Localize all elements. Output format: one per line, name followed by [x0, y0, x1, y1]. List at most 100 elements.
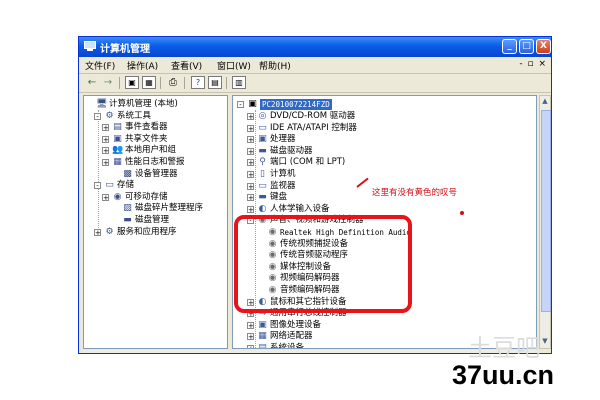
expand-icon[interactable]: + — [247, 124, 254, 132]
menu-view[interactable]: 查看(V) — [171, 59, 202, 72]
computer-icon: ▣ — [248, 99, 257, 109]
scroll-down-icon[interactable]: ▼ — [541, 337, 549, 347]
expand-icon[interactable]: + — [102, 135, 109, 143]
tree-item-label: DVD/CD-ROM 驱动器 — [270, 111, 356, 121]
expand-icon[interactable]: + — [247, 136, 254, 144]
print-button[interactable]: ⎙ — [166, 76, 180, 89]
tree-item-label: 存储 — [117, 180, 135, 191]
scroll-thumb[interactable] — [541, 110, 551, 312]
tree-item-label: 磁盘驱动器 — [270, 145, 313, 156]
menu-bar: 文件(F) 操作(A) 查看(V) 窗口(W) 帮助(H) - ▫ × — [79, 57, 551, 74]
collapse-icon[interactable]: - — [94, 182, 101, 190]
removable-storage-icon: ◉ — [113, 191, 122, 202]
expand-icon[interactable]: + — [247, 333, 254, 341]
expand-icon[interactable]: + — [247, 113, 254, 121]
minimize-button[interactable]: _ — [502, 39, 517, 54]
disk-drive-icon: ▬ — [258, 145, 267, 156]
expand-icon[interactable]: + — [247, 321, 254, 329]
up-level-button[interactable]: ▣ — [125, 76, 139, 89]
monitor-icon: ▭ — [258, 180, 267, 191]
tree-item-label: 系统工具 — [117, 110, 152, 121]
vertical-scrollbar[interactable]: ▲ ▼ — [539, 95, 551, 349]
tree-item-label: 处理器 — [270, 134, 296, 145]
expand-icon[interactable]: + — [247, 194, 254, 202]
show-tree-button[interactable]: ▦ — [142, 76, 156, 89]
cdrom-icon: ◎ — [258, 111, 267, 121]
expand-icon[interactable]: + — [102, 159, 109, 167]
help-button[interactable]: ? — [191, 76, 205, 89]
window-title: 计算机管理 — [100, 44, 150, 55]
system-device-icon: ▤ — [258, 343, 267, 349]
tree-item-label: 计算机 — [270, 169, 296, 179]
expand-icon[interactable]: + — [247, 205, 254, 213]
network-icon: ▦ — [258, 331, 267, 342]
storage-icon: ▭ — [105, 180, 114, 191]
toolbar: ← → ▣ ▦ ⎙ ? ▤ ▥ — [79, 74, 551, 93]
tree-item-label: 事件查看器 — [125, 122, 168, 133]
menu-help[interactable]: 帮助(H) — [259, 59, 291, 72]
title-bar[interactable]: 计算机管理 _ □ X — [79, 37, 551, 57]
site-watermark: 37uu.cn — [452, 360, 555, 390]
expand-icon[interactable]: + — [247, 159, 254, 167]
maximize-button[interactable]: □ — [519, 39, 534, 54]
expand-icon[interactable]: + — [247, 147, 254, 155]
tree-item-label: IDE ATA/ATAPI 控制器 — [270, 122, 357, 133]
port-icon: ⚲ — [259, 157, 266, 168]
collapse-expander[interactable]: - — [237, 101, 244, 109]
tools-icon: ⚙ — [105, 110, 114, 121]
expand-icon[interactable]: + — [94, 228, 101, 236]
faint-watermark: 土豆吧 — [468, 335, 540, 362]
tree-item-label: 人体学输入设备 — [270, 203, 330, 214]
menu-action[interactable]: 操作(A) — [127, 59, 158, 72]
annotation-dot — [460, 211, 464, 215]
expand-icon[interactable]: + — [247, 182, 254, 190]
menu-file[interactable]: 文件(F) — [85, 59, 115, 72]
tree-item-label: 可移动存储 — [125, 191, 168, 202]
tree-item-label: 图像处理设备 — [270, 319, 322, 330]
keyboard-icon: ▬ — [258, 192, 267, 203]
properties-button[interactable]: ▤ — [208, 76, 222, 89]
toolbar-separator — [184, 77, 185, 89]
expand-icon[interactable]: + — [102, 124, 109, 132]
console-tree-pane: 🖥 计算机管理 (本地) - ⚙ 系统工具 + ▤ 事件查看器 + ▣ 共享文件夹 + 👥 本地用户和组 +… — [83, 95, 228, 349]
shared-folder-icon: ▣ — [113, 133, 122, 144]
ide-icon: ▭ — [258, 122, 267, 133]
tree-item-label: 磁盘碎片整理程序 — [135, 203, 204, 214]
tree-item-label: 服务和应用程序 — [117, 226, 177, 237]
tree-item-label: 磁盘管理 — [135, 215, 170, 225]
services-icon: ⚙ — [105, 226, 114, 237]
scroll-up-icon[interactable]: ▲ — [541, 97, 549, 107]
tree-item-label: 键盘 — [270, 192, 288, 203]
tree-item-label: 计算机管理 (本地) — [109, 99, 178, 109]
collapse-icon[interactable]: - — [94, 112, 101, 120]
tree-item-label: 监视器 — [270, 180, 296, 191]
tree-item-label: 设备管理器 — [135, 168, 178, 179]
tree-item-label: 端口 (COM 和 LPT) — [270, 157, 346, 168]
processor-icon: ▣ — [258, 134, 267, 145]
computer-icon: ▯ — [260, 169, 265, 179]
expand-icon[interactable]: + — [102, 147, 109, 155]
close-button[interactable]: X — [536, 39, 551, 54]
scan-hardware-button[interactable]: ▥ — [232, 76, 246, 89]
mdi-controls[interactable]: - ▫ × — [519, 59, 547, 69]
device-manager-icon: ▩ — [123, 168, 132, 179]
disk-management-icon: ▬ — [123, 215, 132, 225]
tree-guide — [98, 110, 99, 236]
toolbar-separator — [119, 77, 120, 89]
expand-icon[interactable]: + — [247, 345, 254, 348]
menu-window[interactable]: 窗口(W) — [217, 59, 251, 72]
defrag-icon: ▨ — [123, 203, 132, 214]
tree-item-label: 本地用户和组 — [125, 145, 177, 156]
tree-item-label: 系统设备 — [270, 343, 305, 349]
imaging-icon: ▣ — [258, 319, 267, 330]
tree-item-label: 网络适配器 — [270, 331, 313, 342]
expand-icon[interactable]: + — [102, 193, 109, 201]
toolbar-separator — [226, 77, 227, 89]
toolbar-separator — [160, 77, 161, 89]
hid-icon: ◐ — [258, 203, 267, 214]
red-highlight-box — [234, 215, 412, 313]
expand-icon[interactable]: + — [247, 171, 254, 179]
back-button[interactable]: ← — [85, 76, 99, 89]
tree-item-label: 共享文件夹 — [125, 133, 168, 144]
forward-button[interactable]: → — [101, 76, 115, 89]
